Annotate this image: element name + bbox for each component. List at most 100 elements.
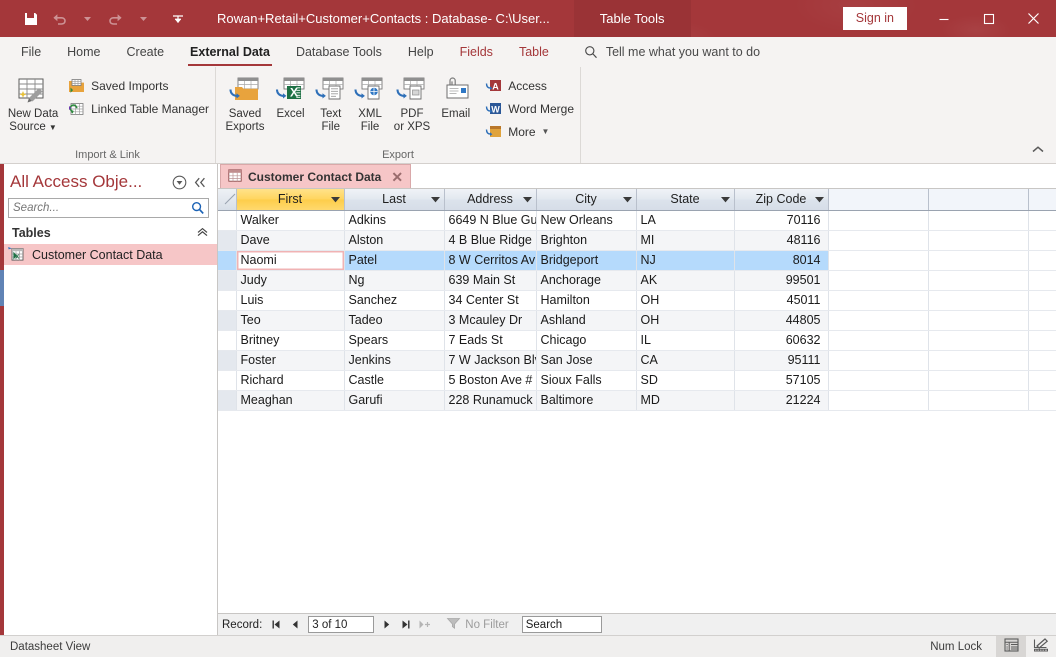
chevron-down-icon[interactable] bbox=[523, 192, 532, 206]
cell-first[interactable]: Richard bbox=[236, 370, 344, 390]
cell-zip-code[interactable]: 70116 bbox=[734, 210, 828, 230]
new-data-source-button[interactable]: New Data Source ▼ bbox=[6, 69, 60, 134]
cell-last[interactable]: Tadeo bbox=[344, 310, 444, 330]
shutter-bar-close-icon[interactable] bbox=[193, 176, 207, 189]
cell-first[interactable]: Luis bbox=[236, 290, 344, 310]
table-row[interactable]: BritneySpears7 Eads StChicagoIL60632 bbox=[218, 330, 1056, 350]
select-all-corner[interactable] bbox=[218, 189, 236, 210]
cell-first[interactable]: Meaghan bbox=[236, 390, 344, 410]
cell-state[interactable]: NJ bbox=[636, 250, 734, 270]
ribbon-tab-home[interactable]: Home bbox=[54, 37, 113, 67]
sidebar-item-customer-contact-data[interactable]: x Customer Contact Data bbox=[0, 244, 217, 265]
cell-address[interactable]: 5 Boston Ave # bbox=[444, 370, 536, 390]
ribbon-tab-file[interactable]: File bbox=[8, 37, 54, 67]
cell-city[interactable]: Sioux Falls bbox=[536, 370, 636, 390]
cell-first[interactable]: Teo bbox=[236, 310, 344, 330]
saved-imports-button[interactable]: Saved Imports bbox=[64, 75, 215, 96]
access-export-button[interactable]: A Access bbox=[481, 75, 580, 96]
collapse-ribbon-icon[interactable] bbox=[1028, 139, 1048, 159]
row-selector[interactable] bbox=[218, 270, 236, 290]
cell-state[interactable]: MI bbox=[636, 230, 734, 250]
cell-state[interactable]: CA bbox=[636, 350, 734, 370]
table-row[interactable]: TeoTadeo3 Mcauley DrAshlandOH44805 bbox=[218, 310, 1056, 330]
cell-state[interactable]: LA bbox=[636, 210, 734, 230]
cell-last[interactable]: Spears bbox=[344, 330, 444, 350]
datasheet-search-box[interactable]: Search bbox=[522, 616, 602, 633]
close-button[interactable] bbox=[1011, 0, 1056, 37]
cell-address[interactable]: 8 W Cerritos Av bbox=[444, 250, 536, 270]
cell-state[interactable]: OH bbox=[636, 310, 734, 330]
customize-qat-icon[interactable] bbox=[165, 6, 191, 32]
table-row[interactable]: MeaghanGarufi228 RunamuckBaltimoreMD2122… bbox=[218, 390, 1056, 410]
nav-group-tables[interactable]: Tables bbox=[0, 222, 217, 244]
search-icon[interactable] bbox=[188, 201, 208, 215]
table-row[interactable]: NaomiPatel8 W Cerritos AvBridgeportNJ801… bbox=[218, 250, 1056, 270]
maximize-button[interactable] bbox=[966, 0, 1011, 37]
chevron-down-icon[interactable] bbox=[721, 192, 730, 206]
cell-state[interactable]: MD bbox=[636, 390, 734, 410]
previous-record-icon[interactable] bbox=[287, 616, 303, 634]
next-record-icon[interactable] bbox=[379, 616, 395, 634]
linked-table-manager-button[interactable]: Linked Table Manager bbox=[64, 98, 215, 119]
sign-in-button[interactable]: Sign in bbox=[843, 7, 907, 30]
cell-first[interactable]: Britney bbox=[236, 330, 344, 350]
redo-dropdown-icon[interactable] bbox=[130, 6, 156, 32]
cell-zip-code[interactable]: 99501 bbox=[734, 270, 828, 290]
cell-zip-code[interactable]: 45011 bbox=[734, 290, 828, 310]
cell-address[interactable]: 4 B Blue Ridge bbox=[444, 230, 536, 250]
cell-zip-code[interactable]: 21224 bbox=[734, 390, 828, 410]
nav-menu-chevron-icon[interactable] bbox=[172, 175, 187, 190]
cell-last[interactable]: Adkins bbox=[344, 210, 444, 230]
word-merge-button[interactable]: W Word Merge bbox=[481, 98, 580, 119]
row-selector[interactable] bbox=[218, 390, 236, 410]
cell-zip-code[interactable]: 60632 bbox=[734, 330, 828, 350]
ribbon-tab-external-data[interactable]: External Data bbox=[177, 37, 283, 67]
cell-zip-code[interactable]: 57105 bbox=[734, 370, 828, 390]
cell-city[interactable]: San Jose bbox=[536, 350, 636, 370]
ribbon-tab-create[interactable]: Create bbox=[114, 37, 178, 67]
cell-address[interactable]: 6649 N Blue Gu bbox=[444, 210, 536, 230]
email-export-button[interactable]: Email bbox=[434, 69, 477, 121]
undo-icon[interactable] bbox=[46, 6, 72, 32]
cell-first[interactable]: Walker bbox=[236, 210, 344, 230]
cell-city[interactable]: Baltimore bbox=[536, 390, 636, 410]
save-icon[interactable] bbox=[18, 6, 44, 32]
row-selector[interactable] bbox=[218, 370, 236, 390]
cell-city[interactable]: Ashland bbox=[536, 310, 636, 330]
row-selector[interactable] bbox=[218, 250, 236, 270]
table-row[interactable]: RichardCastle5 Boston Ave #Sioux FallsSD… bbox=[218, 370, 1056, 390]
cell-state[interactable]: IL bbox=[636, 330, 734, 350]
cell-state[interactable]: SD bbox=[636, 370, 734, 390]
column-header-first[interactable]: First bbox=[236, 189, 344, 210]
cell-city[interactable]: Brighton bbox=[536, 230, 636, 250]
search-input[interactable] bbox=[9, 202, 188, 214]
column-header-state[interactable]: State bbox=[636, 189, 734, 210]
cell-zip-code[interactable]: 48116 bbox=[734, 230, 828, 250]
cell-zip-code[interactable]: 8014 bbox=[734, 250, 828, 270]
cell-address[interactable]: 639 Main St bbox=[444, 270, 536, 290]
chevron-down-icon[interactable] bbox=[431, 192, 440, 206]
saved-exports-button[interactable]: Saved Exports bbox=[220, 69, 270, 134]
column-header-last[interactable]: Last bbox=[344, 189, 444, 210]
document-tab-customer-contact-data[interactable]: Customer Contact Data ✕ bbox=[220, 164, 411, 188]
cell-zip-code[interactable]: 44805 bbox=[734, 310, 828, 330]
cell-last[interactable]: Alston bbox=[344, 230, 444, 250]
undo-dropdown-icon[interactable] bbox=[74, 6, 100, 32]
table-row[interactable]: DaveAlston4 B Blue RidgeBrightonMI48116 bbox=[218, 230, 1056, 250]
cell-address[interactable]: 228 Runamuck bbox=[444, 390, 536, 410]
cell-city[interactable]: Bridgeport bbox=[536, 250, 636, 270]
cell-last[interactable]: Patel bbox=[344, 250, 444, 270]
close-icon[interactable]: ✕ bbox=[387, 170, 403, 184]
row-selector[interactable] bbox=[218, 210, 236, 230]
more-export-button[interactable]: More ▼ bbox=[481, 121, 580, 142]
chevron-up-icon[interactable] bbox=[196, 226, 209, 240]
column-header-zip-code[interactable]: Zip Code bbox=[734, 189, 828, 210]
cell-first[interactable]: Foster bbox=[236, 350, 344, 370]
cell-first[interactable]: Judy bbox=[236, 270, 344, 290]
cell-last[interactable]: Garufi bbox=[344, 390, 444, 410]
cell-last[interactable]: Sanchez bbox=[344, 290, 444, 310]
cell-city[interactable]: Hamilton bbox=[536, 290, 636, 310]
cell-last[interactable]: Castle bbox=[344, 370, 444, 390]
row-selector[interactable] bbox=[218, 290, 236, 310]
filter-status[interactable]: No Filter bbox=[446, 617, 508, 633]
